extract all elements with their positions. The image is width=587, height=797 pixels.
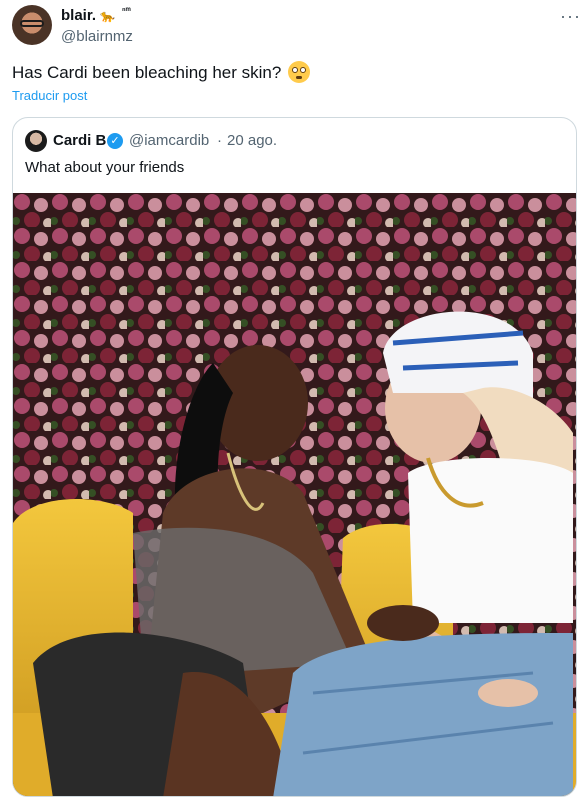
more-options-icon[interactable]: ···: [560, 6, 581, 27]
verified-badge-icon: ✓: [107, 133, 123, 149]
quoted-tweet-photo[interactable]: [13, 193, 576, 796]
author-avatar[interactable]: [12, 5, 52, 45]
translate-post-link[interactable]: Traducir post: [12, 88, 87, 103]
author-handle[interactable]: @blairnmz: [61, 28, 133, 45]
separator-dot: ·: [217, 132, 222, 149]
quoted-tweet-date[interactable]: 20 ago.: [227, 132, 277, 149]
quoted-tweet-text: What about your friends: [25, 159, 185, 176]
name-suffix: ⁿᵐ: [122, 5, 131, 15]
tweet-text: Has Cardi been bleaching her skin?: [12, 63, 282, 82]
quoted-author-handle[interactable]: @iamcardib: [129, 132, 209, 149]
flushed-face-emoji: [288, 61, 310, 83]
author-display-name[interactable]: blair.: [61, 7, 96, 24]
quoted-author-avatar[interactable]: [25, 130, 47, 152]
quoted-author-display-name[interactable]: Cardi B: [53, 132, 106, 149]
quoted-tweet-card[interactable]: Cardi B ✓ @iamcardib · 20 ago. What abou…: [12, 117, 577, 797]
leopard-emoji: 🐆: [100, 9, 115, 23]
glasses-icon: [20, 20, 44, 27]
